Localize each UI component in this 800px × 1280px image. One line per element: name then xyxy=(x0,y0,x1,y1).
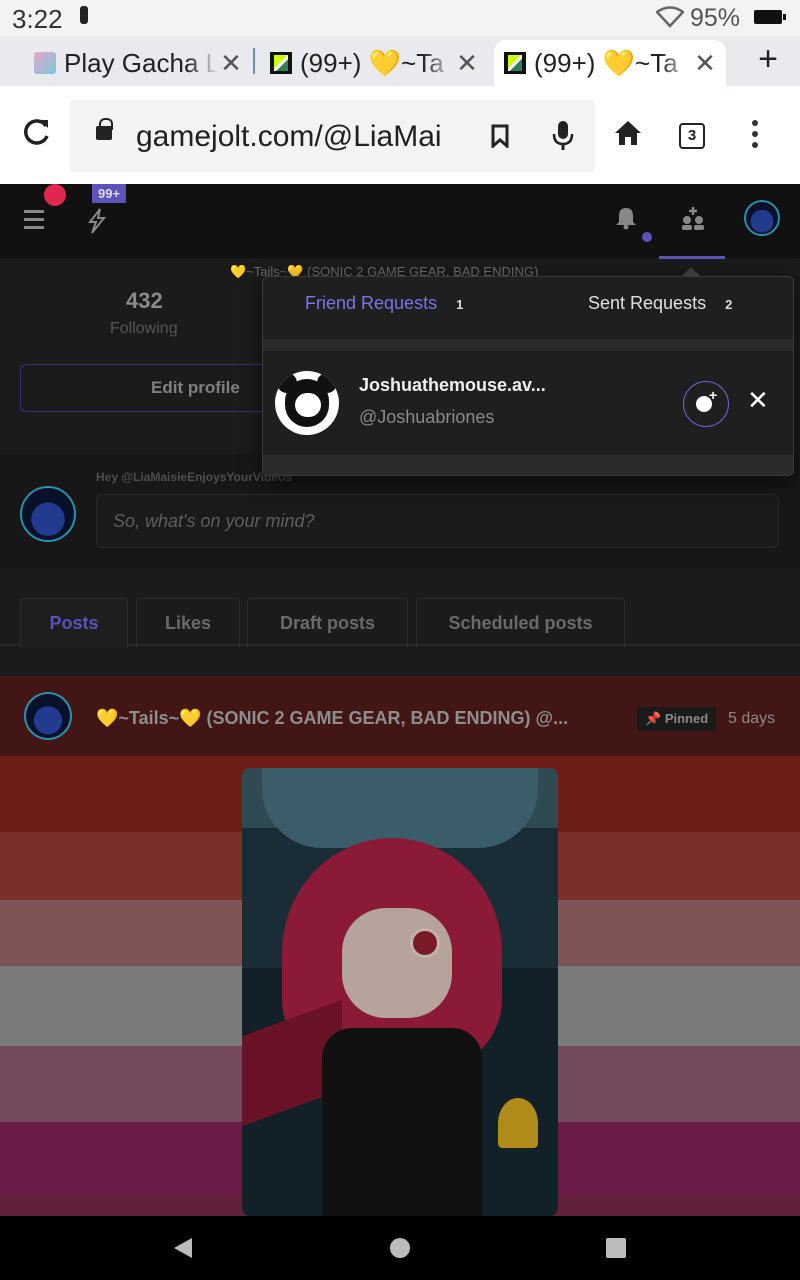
browser-tab[interactable]: Play Gacha L ✕ xyxy=(24,40,252,86)
dropdown-footer xyxy=(263,455,793,475)
tab-scheduled-posts[interactable]: Scheduled posts xyxy=(416,598,625,648)
tab-switcher-button[interactable]: 3 xyxy=(679,123,705,149)
avatar xyxy=(20,486,76,542)
decline-friend-button[interactable]: ✕ xyxy=(747,385,769,416)
more-menu-icon[interactable] xyxy=(752,120,758,153)
post-author-name[interactable]: 💛~Tails~💛 (SONIC 2 GAME GEAR, BAD ENDING… xyxy=(96,708,616,729)
gacha-favicon-icon xyxy=(34,52,56,74)
tab-title: (99+) 💛~Ta xyxy=(534,47,678,78)
bell-icon[interactable] xyxy=(615,206,637,230)
friend-requests-icon[interactable] xyxy=(680,206,706,230)
avatar[interactable] xyxy=(24,692,72,740)
browser-tab[interactable]: (99+) 💛~Ta ✕ xyxy=(260,40,488,86)
browser-tab-strip: Play Gacha L ✕ (99+) 💛~Ta ✕ (99+) 💛~Ta ✕ xyxy=(0,36,800,86)
sim-icon xyxy=(80,6,88,24)
requester-display-name[interactable]: Joshuathemouse.av... xyxy=(359,375,546,396)
profile-tabs: Posts Likes Draft posts Scheduled posts xyxy=(0,568,800,648)
tab-divider xyxy=(253,48,255,74)
pin-icon: 📌 xyxy=(645,711,662,726)
requester-username[interactable]: @Joshuabriones xyxy=(359,407,494,428)
post-header: 💛~Tails~💛 (SONIC 2 GAME GEAR, BAD ENDING… xyxy=(0,676,800,756)
tab-draft-posts[interactable]: Draft posts xyxy=(247,598,408,648)
back-icon[interactable] xyxy=(174,1238,192,1258)
home-button-icon[interactable] xyxy=(390,1238,410,1258)
lock-icon[interactable] xyxy=(96,118,113,140)
sent-requests-label: Sent Requests xyxy=(588,293,707,313)
post-composer-input[interactable]: So, what's on your mind? xyxy=(96,494,779,548)
user-avatar[interactable] xyxy=(744,200,780,236)
clock: 3:22 xyxy=(12,4,63,34)
notification-dot xyxy=(642,232,652,242)
gamejolt-favicon-icon xyxy=(504,52,526,74)
browser-toolbar: gamejolt.com/@LiaMai 3 xyxy=(0,86,800,184)
battery-percent: 95% xyxy=(690,4,741,32)
tab-sent-requests[interactable]: Sent Requests 2 xyxy=(588,293,732,314)
accept-friend-button[interactable]: + xyxy=(683,381,729,427)
friend-requests-label: Friend Requests xyxy=(305,293,438,313)
new-tab-button[interactable]: + xyxy=(752,40,784,79)
post-age[interactable]: 5 days xyxy=(728,710,775,728)
address-bar[interactable]: gamejolt.com/@LiaMai xyxy=(70,100,595,172)
close-icon[interactable]: ✕ xyxy=(218,48,244,79)
tab-friend-requests[interactable]: Friend Requests 1 xyxy=(305,293,463,314)
recent-apps-icon[interactable] xyxy=(606,1238,626,1258)
battery-icon xyxy=(754,10,786,24)
activity-bolt-icon[interactable] xyxy=(86,208,108,234)
status-bar: 3:22 95% xyxy=(0,0,800,36)
notification-dot xyxy=(44,184,66,206)
post-image[interactable] xyxy=(242,768,558,1216)
friend-requests-count: 1 xyxy=(456,297,464,312)
site-top-bar: 99+ xyxy=(0,184,800,259)
pinned-label: Pinned xyxy=(664,711,709,726)
browser-tab-active[interactable]: (99+) 💛~Ta ✕ xyxy=(494,40,726,86)
gamejolt-favicon-icon xyxy=(270,52,292,74)
pinned-badge: 📌 Pinned xyxy=(637,707,717,731)
close-icon[interactable]: ✕ xyxy=(692,48,718,79)
activity-count-badge: 99+ xyxy=(92,184,127,203)
android-nav-bar xyxy=(0,1216,800,1280)
tab-posts[interactable]: Posts xyxy=(20,598,128,648)
close-icon[interactable]: ✕ xyxy=(454,48,480,79)
following-label[interactable]: Following xyxy=(110,320,178,338)
tab-likes[interactable]: Likes xyxy=(136,598,240,648)
wifi-icon xyxy=(656,6,684,28)
tab-title: (99+) 💛~Ta xyxy=(300,47,444,78)
friend-requests-dropdown: Friend Requests 1 Sent Requests 2 Joshua… xyxy=(262,267,794,476)
bookmark-icon[interactable] xyxy=(490,124,510,148)
url-text[interactable]: gamejolt.com/@LiaMai xyxy=(136,120,476,154)
reload-icon[interactable] xyxy=(20,116,52,148)
microphone-icon[interactable] xyxy=(552,120,574,152)
avatar[interactable] xyxy=(275,371,339,435)
divider xyxy=(263,339,793,351)
tab-title: Play Gacha L xyxy=(64,47,218,78)
menu-icon[interactable] xyxy=(24,210,44,234)
friend-request-item[interactable]: Joshuathemouse.av... @Joshuabriones + ✕ xyxy=(263,351,793,455)
home-icon[interactable] xyxy=(614,120,642,146)
sent-requests-count: 2 xyxy=(725,297,733,312)
following-count[interactable]: 432 xyxy=(126,288,163,314)
